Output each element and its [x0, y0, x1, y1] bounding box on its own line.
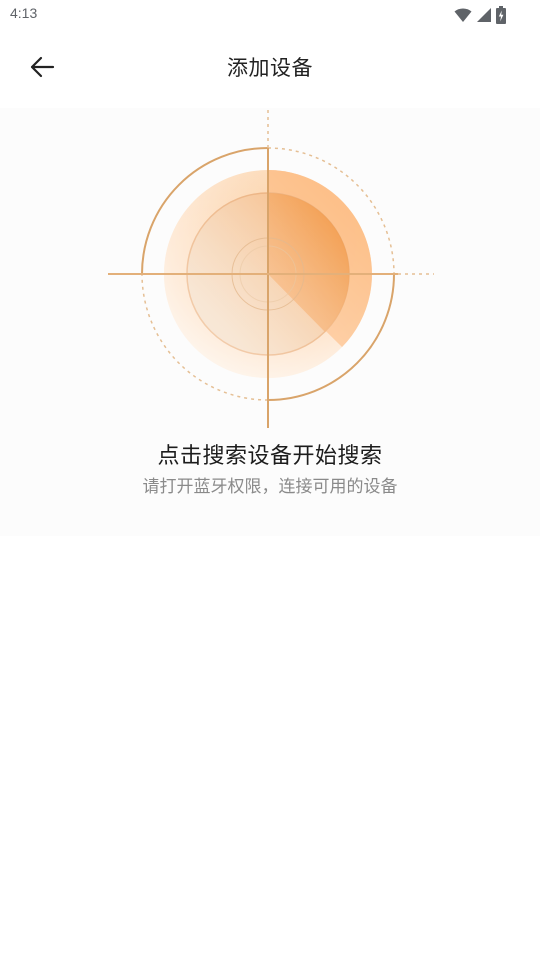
app-header: 添加设备	[0, 32, 540, 100]
page-title: 添加设备	[227, 56, 313, 80]
status-icons	[454, 6, 506, 24]
status-time: 4:13	[10, 5, 38, 21]
scan-prompt-subtitle: 请打开蓝牙权限，连接可用的设备	[142, 477, 398, 497]
cellular-signal-icon	[477, 8, 491, 22]
radar-icon	[108, 110, 434, 434]
scan-panel: 点击搜索设备开始搜索 请打开蓝牙权限，连接可用的设备	[0, 108, 540, 536]
radar-scan-button[interactable]	[0, 108, 540, 434]
wifi-icon	[454, 8, 472, 22]
battery-charging-icon	[496, 6, 506, 24]
status-bar: 4:13	[0, 0, 540, 32]
scan-prompt-title: 点击搜索设备开始搜索	[157, 444, 383, 469]
